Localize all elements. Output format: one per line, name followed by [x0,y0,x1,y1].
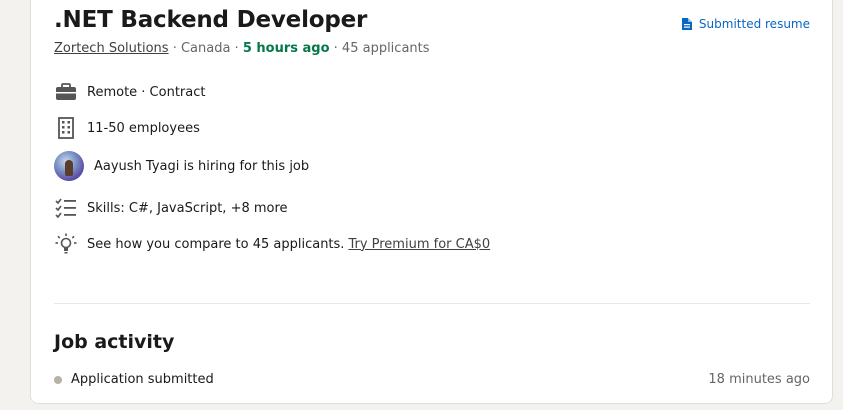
compare-row: See how you compare to 45 applicants. Tr… [54,232,490,256]
try-premium-link[interactable]: Try Premium for CA$0 [348,237,490,252]
hiring-text: Aayush Tyagi is hiring for this job [94,158,310,174]
activity-item: Application submitted 18 minutes ago [54,372,810,387]
lightbulb-icon [54,232,78,256]
job-card: .NET Backend Developer Submitted resume … [30,0,833,404]
hiring-row: Aayush Tyagi is hiring for this job [54,151,309,181]
workplace-type: Remote · Contract [87,84,206,100]
building-icon [54,116,78,140]
company-size: 11-50 employees [87,120,200,136]
workplace-row: Remote · Contract [54,80,205,104]
activity-label: Application submitted [71,372,214,387]
applicant-count: · 45 applicants [329,41,430,56]
job-title: .NET Backend Developer [54,7,368,33]
company-link[interactable]: Zortech Solutions [54,41,169,56]
briefcase-icon [54,80,78,104]
skills-row: Skills: C#, JavaScript, +8 more [54,196,288,220]
status-dot [54,375,62,384]
activity-time: 18 minutes ago [708,372,810,387]
submitted-resume-label: Submitted resume [698,17,810,31]
hirer-avatar[interactable] [54,151,84,181]
skills-text[interactable]: Skills: C#, JavaScript, +8 more [87,201,288,216]
job-activity-title: Job activity [54,331,175,353]
section-divider [54,303,810,304]
company-size-row: 11-50 employees [54,116,200,140]
checklist-icon [54,196,78,220]
document-icon [681,17,693,31]
job-subline: Zortech Solutions · Canada · 5 hours ago… [54,41,430,56]
job-location: · Canada · [168,41,243,56]
compare-text: See how you compare to 45 applicants. [87,236,345,252]
submitted-resume-link[interactable]: Submitted resume [681,17,810,31]
posted-time: 5 hours ago [242,41,330,56]
